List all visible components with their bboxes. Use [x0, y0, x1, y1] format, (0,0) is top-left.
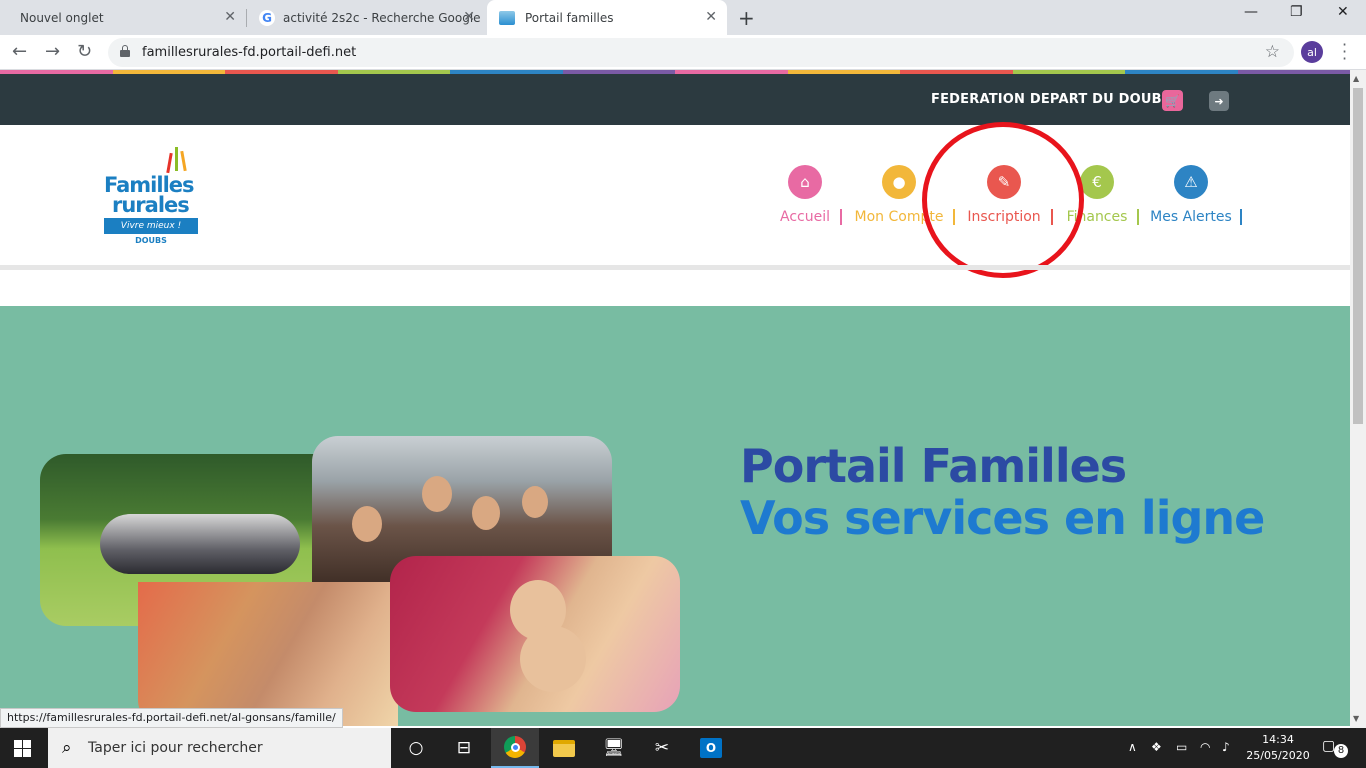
close-icon[interactable]: ✕: [224, 9, 236, 25]
hero-banner: Portail Familles Vos services en ligne: [0, 306, 1350, 726]
notification-count-badge: 8: [1334, 744, 1348, 758]
hero-title: Portail Familles: [740, 439, 1127, 493]
tab-new-tab[interactable]: Nouvel onglet ✕: [0, 0, 246, 35]
address-bar[interactable]: famillesrurales-fd.portail-defi.net ☆: [108, 38, 1294, 67]
nav-item-accueil[interactable]: ⌂ Accueil: [775, 165, 835, 225]
nav-separator: [1240, 209, 1242, 225]
taskbar-search-box[interactable]: ⌕ Taper ici pour rechercher: [48, 728, 391, 768]
logo-tagline: Vivre mieux !: [104, 218, 198, 234]
snipping-tool-icon[interactable]: ✂: [638, 728, 686, 768]
euro-icon: €: [1080, 165, 1114, 199]
close-icon[interactable]: ✕: [463, 9, 475, 25]
volume-icon[interactable]: ♪: [1222, 740, 1230, 754]
cortana-icon[interactable]: ○: [392, 728, 440, 768]
windows-taskbar: ⌕ Taper ici pour rechercher ○ ⊟ 🖥 ✂ O ∧ …: [0, 728, 1366, 768]
nav-separator: [1137, 209, 1139, 225]
lock-icon: [120, 45, 130, 57]
bookmark-star-icon[interactable]: ☆: [1265, 42, 1280, 62]
logout-icon[interactable]: ➜: [1209, 91, 1229, 111]
portail-favicon-icon: [499, 10, 515, 25]
restore-icon[interactable]: ❐: [1290, 4, 1303, 20]
clock-date: 25/05/2020: [1246, 749, 1310, 762]
basket-icon[interactable]: 🛒: [1162, 90, 1183, 111]
face: [472, 496, 500, 530]
browser-tab-strip: Nouvel onglet ✕ G activité 2s2c - Recher…: [0, 0, 1366, 35]
warning-icon: ⚠: [1174, 165, 1208, 199]
face: [352, 506, 382, 542]
notification-center-icon[interactable]: ▢ 8: [1322, 738, 1348, 758]
remote-desktop-icon[interactable]: 🖥: [590, 728, 638, 768]
header-divider: [0, 265, 1350, 270]
clock-time: 14:34: [1262, 733, 1294, 746]
wifi-icon[interactable]: ◠: [1200, 740, 1210, 754]
logo-figure-red: [166, 152, 173, 174]
site-header: Familles rurales Vivre mieux ! DOUBS ⌂ A…: [0, 125, 1350, 265]
google-icon: G: [259, 9, 275, 26]
inflatable-tube: [100, 514, 300, 574]
nav-label: Accueil: [780, 209, 830, 225]
search-icon: ⌕: [62, 738, 72, 758]
scroll-down-icon[interactable]: ▼: [1353, 714, 1359, 723]
tab-portail-familles[interactable]: Portail familles ✕: [487, 0, 727, 35]
site-top-bar: FEDERATION DEPART DU DOUBS 🛒 ➜: [0, 74, 1350, 125]
familles-rurales-logo[interactable]: Familles rurales Vivre mieux ! DOUBS: [104, 145, 200, 249]
taskbar-clock[interactable]: 14:34 25/05/2020: [1246, 732, 1310, 764]
nav-item-mes-alertes[interactable]: ⚠ Mes Alertes: [1148, 165, 1234, 225]
face: [522, 486, 548, 518]
logo-line-2: rurales: [112, 193, 190, 217]
tab-title: Nouvel onglet: [20, 10, 104, 25]
tray-chevron-up-icon[interactable]: ∧: [1128, 740, 1137, 754]
window-close-icon[interactable]: ✕: [1337, 4, 1349, 20]
file-explorer-icon[interactable]: [540, 728, 588, 768]
dropbox-icon[interactable]: ❖: [1151, 740, 1162, 754]
scroll-up-icon[interactable]: ▲: [1353, 74, 1359, 83]
minimize-icon[interactable]: —: [1244, 4, 1258, 20]
baby-face: [520, 626, 586, 692]
task-view-icon[interactable]: ⊟: [440, 728, 488, 768]
battery-icon[interactable]: ▭: [1176, 740, 1187, 754]
new-tab-plus-icon[interactable]: +: [738, 6, 755, 30]
browser-toolbar: ← → ↻ famillesrurales-fd.portail-defi.ne…: [0, 35, 1366, 70]
face: [422, 476, 452, 512]
logo-figure-orange: [180, 150, 187, 172]
highlight-circle-annotation: [922, 122, 1084, 278]
page-scrollbar[interactable]: ▲ ▼: [1350, 70, 1366, 728]
reload-icon[interactable]: ↻: [77, 41, 92, 62]
user-icon: ●: [882, 165, 916, 199]
nav-separator: [840, 209, 842, 225]
nav-label: Mes Alertes: [1150, 209, 1232, 225]
taskbar-search-placeholder: Taper ici pour rechercher: [88, 740, 263, 756]
hero-subtitle: Vos services en ligne: [740, 491, 1265, 545]
federation-name[interactable]: FEDERATION DEPART DU DOUBS: [931, 92, 1171, 107]
photo-joined-hands: [138, 582, 398, 726]
link-hover-status: https://famillesrurales-fd.portail-defi.…: [0, 708, 343, 728]
tab-google-search[interactable]: G activité 2s2c - Recherche Google ✕: [247, 0, 485, 35]
logo-figure-green: [175, 147, 178, 171]
home-icon: ⌂: [788, 165, 822, 199]
tab-title: activité 2s2c - Recherche Google: [283, 10, 481, 25]
back-arrow-icon[interactable]: ←: [12, 41, 27, 62]
chrome-taskbar-icon[interactable]: [491, 728, 539, 768]
url-text[interactable]: famillesrurales-fd.portail-defi.net: [142, 45, 356, 60]
scroll-thumb[interactable]: [1353, 88, 1363, 424]
profile-avatar[interactable]: al: [1301, 41, 1323, 63]
outlook-icon[interactable]: O: [687, 728, 735, 768]
tab-title: Portail familles: [525, 10, 614, 25]
logo-region: DOUBS: [135, 236, 167, 245]
windows-start-icon[interactable]: [14, 740, 31, 757]
forward-arrow-icon[interactable]: →: [45, 41, 60, 62]
close-icon[interactable]: ✕: [705, 9, 717, 25]
photo-babies: [390, 556, 680, 712]
browser-menu-icon[interactable]: · · ·: [1342, 37, 1347, 67]
